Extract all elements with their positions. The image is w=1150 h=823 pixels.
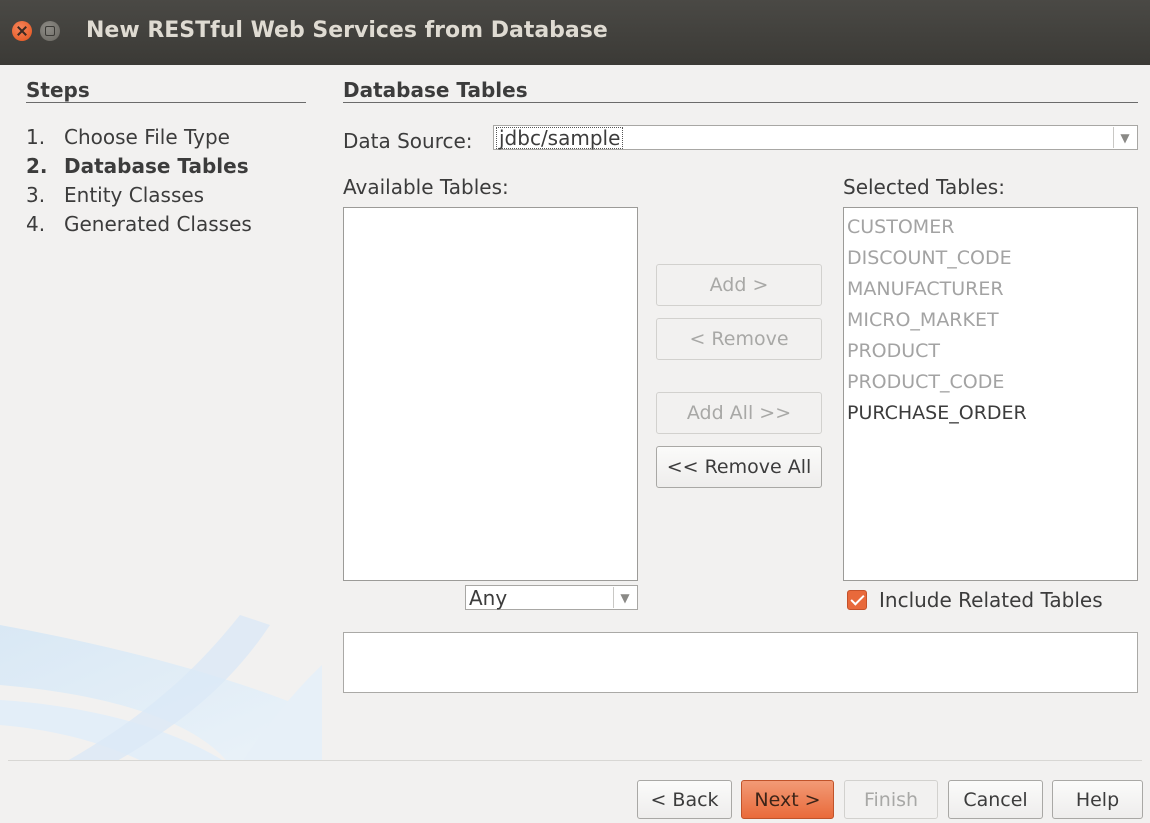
include-related-checkbox[interactable] (847, 590, 867, 610)
steps-panel: Steps 1. Choose File Type 2. Database Tabl… (0, 65, 322, 760)
list-item[interactable]: MICRO_MARKET (847, 305, 1137, 336)
window-title: New RESTful Web Services from Database (86, 18, 608, 43)
table-filter-value: Any (469, 586, 508, 610)
step-item: 4. Generated Classes (26, 212, 252, 236)
list-item[interactable]: CUSTOMER (847, 212, 1137, 243)
chevron-down-icon[interactable]: ▼ (1113, 127, 1136, 148)
data-source-label: Data Source: (343, 129, 473, 153)
next-button[interactable]: Next > (741, 780, 834, 819)
data-source-value: jdbc/sample (496, 127, 624, 149)
selected-tables-list[interactable]: CUSTOMER DISCOUNT_CODE MANUFACTURER MICR… (843, 207, 1138, 581)
list-item[interactable]: DISCOUNT_CODE (847, 243, 1137, 274)
footer-divider (8, 760, 1142, 761)
remove-all-button[interactable]: << Remove All (656, 446, 822, 488)
help-button[interactable]: Help (1052, 780, 1143, 819)
section-heading: Database Tables (343, 78, 528, 102)
title-bar: New RESTful Web Services from Database (0, 0, 1150, 65)
list-item[interactable]: PRODUCT (847, 336, 1137, 367)
section-divider (343, 102, 1138, 103)
list-item[interactable]: PURCHASE_ORDER (847, 398, 1137, 429)
minimize-icon[interactable] (40, 21, 60, 41)
available-tables-label: Available Tables: (343, 175, 509, 199)
include-related-label[interactable]: Include Related Tables (879, 588, 1103, 612)
list-item[interactable]: PRODUCT_CODE (847, 367, 1137, 398)
step-item-current: 2. Database Tables (26, 154, 249, 178)
close-icon[interactable] (12, 21, 32, 41)
available-tables-list[interactable] (343, 207, 638, 581)
remove-button[interactable]: < Remove (656, 318, 822, 360)
cancel-button[interactable]: Cancel (948, 780, 1043, 819)
data-source-combo[interactable]: jdbc/sample ▼ (493, 125, 1138, 150)
step-item: 3. Entity Classes (26, 183, 205, 207)
add-all-button[interactable]: Add All >> (656, 392, 822, 434)
wizard-decoration-graphic (0, 615, 322, 760)
add-button[interactable]: Add > (656, 264, 822, 306)
chevron-down-icon[interactable]: ▼ (613, 587, 636, 608)
step-item: 1. Choose File Type (26, 125, 230, 149)
selected-tables-label: Selected Tables: (843, 175, 1005, 199)
message-area (343, 632, 1138, 693)
finish-button[interactable]: Finish (844, 780, 938, 819)
steps-divider (26, 102, 306, 103)
list-item[interactable]: MANUFACTURER (847, 274, 1137, 305)
table-filter-combo[interactable]: Any ▼ (465, 585, 638, 610)
back-button[interactable]: < Back (637, 780, 732, 819)
steps-list: 1. Choose File Type 2. Database Tables 3. E… (26, 123, 252, 239)
steps-heading: Steps (26, 78, 90, 102)
include-related-checkbox-row[interactable]: Include Related Tables (847, 588, 1103, 612)
